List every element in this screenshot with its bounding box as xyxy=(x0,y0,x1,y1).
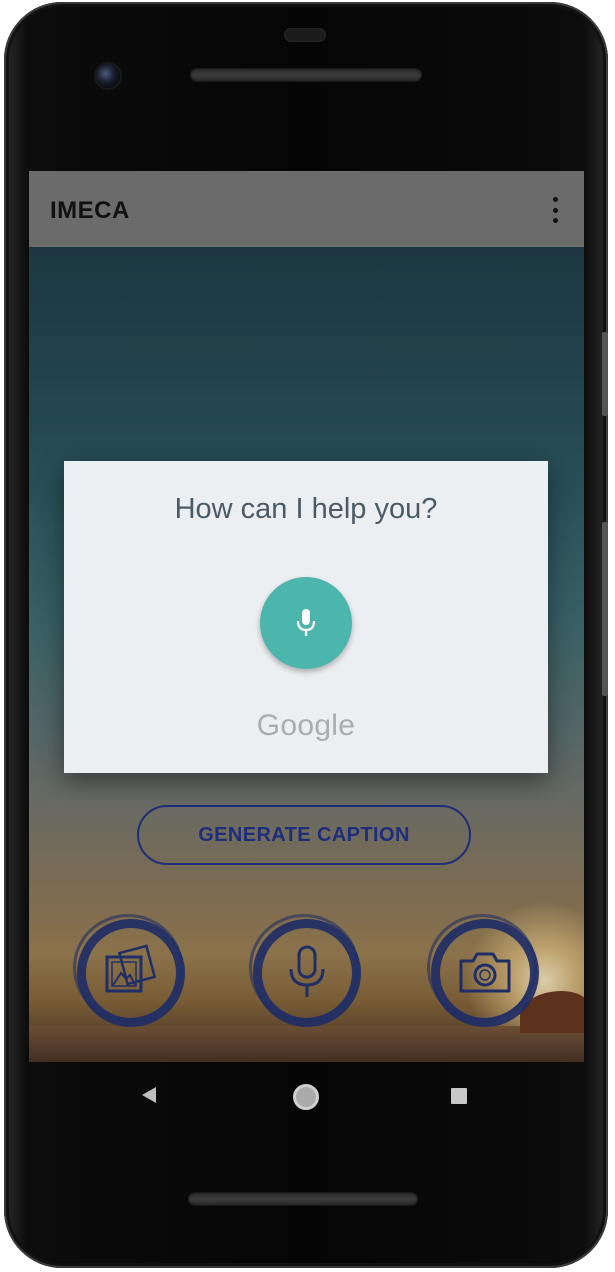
power-button xyxy=(602,332,608,416)
volume-button xyxy=(602,522,608,696)
voice-assistant-dialog: How can I help you? Google xyxy=(64,461,548,773)
gallery-button[interactable] xyxy=(73,914,185,1027)
mic-icon xyxy=(289,945,325,997)
voice-button[interactable] xyxy=(249,914,361,1027)
app-bar: IMECA xyxy=(29,171,584,247)
bottom-speaker-grille xyxy=(188,1192,418,1206)
back-icon[interactable] xyxy=(142,1087,156,1103)
mic-icon xyxy=(296,609,316,636)
navigation-bar xyxy=(29,1062,584,1130)
menu-dot xyxy=(552,207,558,213)
app-title: IMECA xyxy=(50,197,130,224)
earpiece xyxy=(284,28,326,42)
recents-icon[interactable] xyxy=(451,1088,467,1104)
gallery-icon xyxy=(105,944,157,993)
menu-dot xyxy=(552,197,558,202)
camera-icon xyxy=(459,952,511,993)
dialog-prompt: How can I help you? xyxy=(174,493,438,525)
front-camera xyxy=(96,64,120,88)
top-speaker-grille xyxy=(190,68,422,82)
camera-button[interactable] xyxy=(427,914,539,1027)
generate-caption-button[interactable]: GENERATE CAPTION xyxy=(137,805,471,865)
voice-mic-button[interactable] xyxy=(260,577,352,669)
google-logo: Google xyxy=(256,709,356,742)
screen: IMECA GENERATE CAPTION How can I help yo… xyxy=(29,171,584,1062)
more-vert-icon[interactable] xyxy=(548,197,562,223)
menu-dot xyxy=(552,218,558,223)
home-icon[interactable] xyxy=(293,1084,319,1110)
